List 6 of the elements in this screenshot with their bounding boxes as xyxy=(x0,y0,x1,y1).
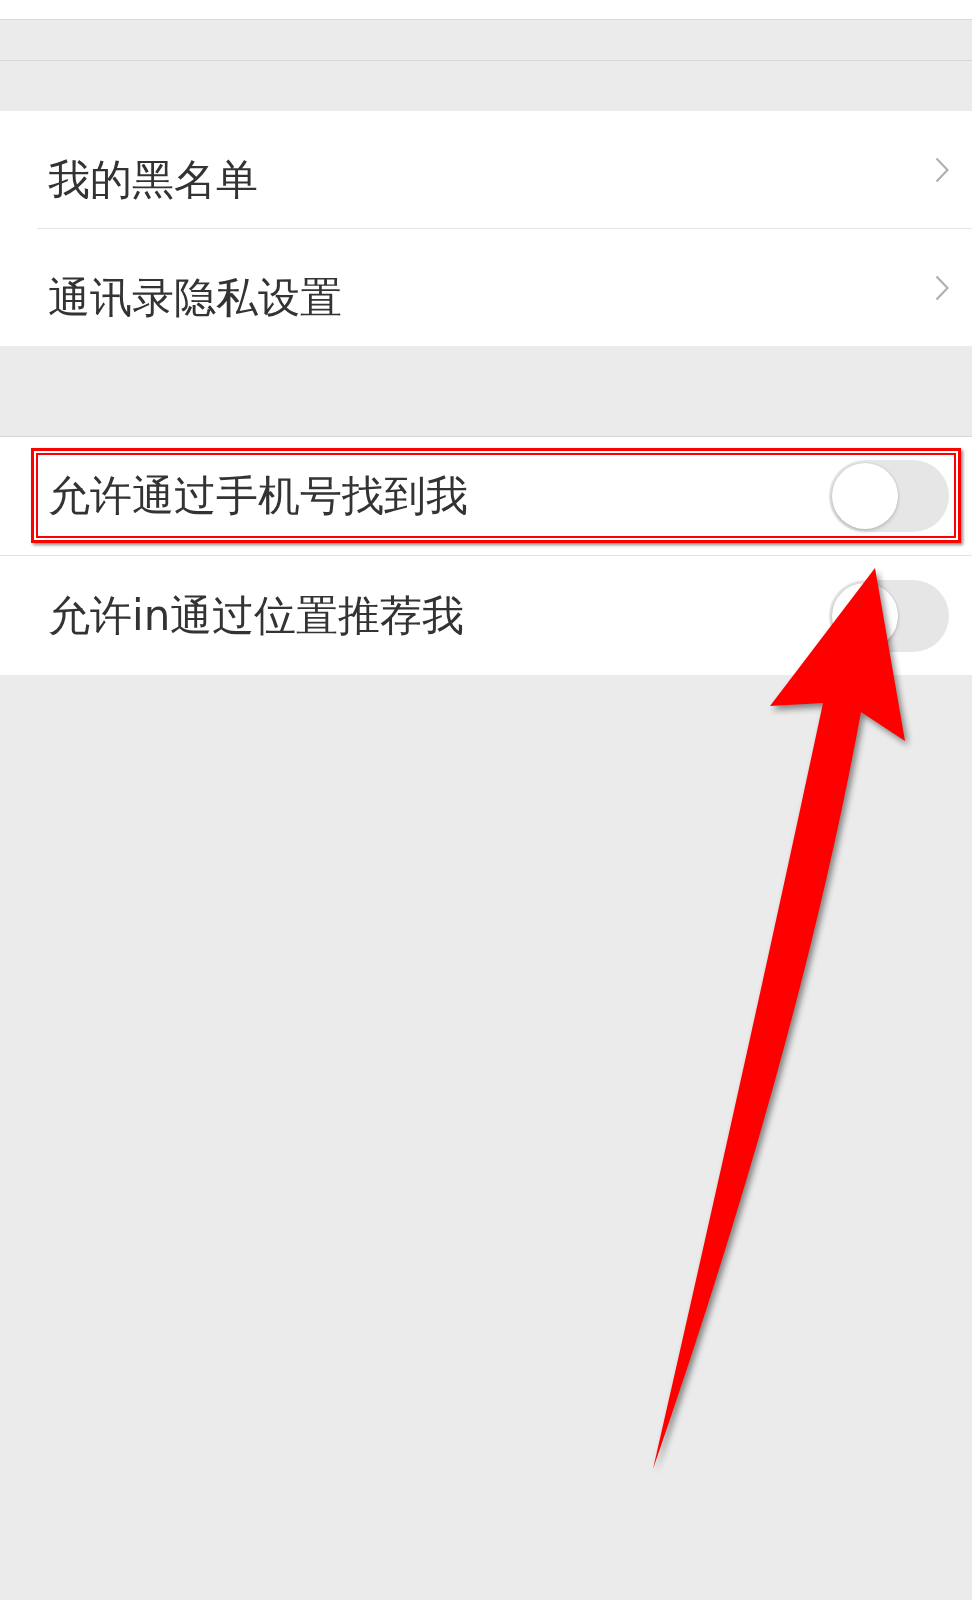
chevron-right-icon xyxy=(935,157,949,183)
chevron-right-icon xyxy=(935,274,949,301)
row-label: 允许通过手机号找到我 xyxy=(48,470,468,522)
settings-link-row[interactable]: 通讯录隐私设置 xyxy=(0,229,972,346)
settings-link-row[interactable]: 我的黑名单 xyxy=(0,111,972,229)
row-label: 允许in通过位置推荐我 xyxy=(48,589,465,642)
